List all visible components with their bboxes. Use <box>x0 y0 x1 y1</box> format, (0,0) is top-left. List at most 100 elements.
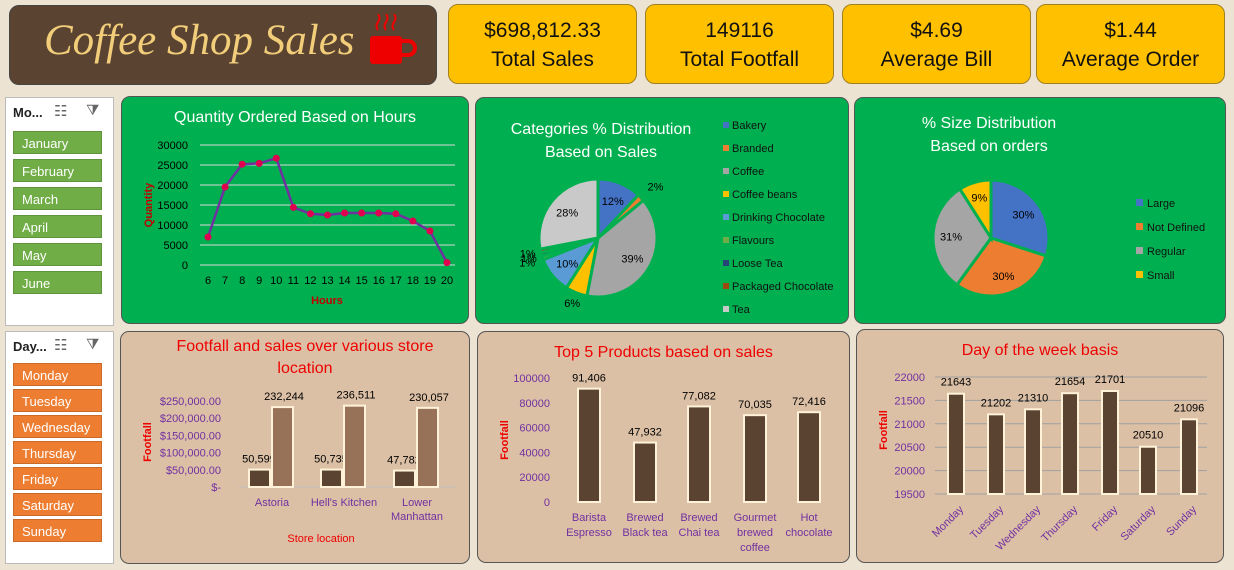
clear-filter-icon[interactable]: ⧩ <box>86 102 99 119</box>
y-tick-label: $250,000.00 <box>160 396 221 408</box>
slicer-item-sunday[interactable]: Sunday <box>13 519 102 542</box>
bar <box>633 441 657 504</box>
x-tick-label: 17 <box>390 275 402 287</box>
x-tick-label: Lower <box>402 497 432 509</box>
bar <box>797 411 821 503</box>
slicer-item-march[interactable]: March <box>13 187 102 210</box>
y-tick-label: $150,000.00 <box>160 430 221 442</box>
data-label: 21701 <box>1095 374 1126 386</box>
x-tick-label: 6 <box>205 275 211 287</box>
legend-swatch <box>1136 271 1143 278</box>
y-tick-label: 5000 <box>164 240 188 252</box>
y-tick-label: 21500 <box>894 395 925 407</box>
x-tick-label: 19 <box>424 275 436 287</box>
bar <box>343 404 366 488</box>
data-point <box>255 159 263 167</box>
y-tick-label: 100000 <box>513 373 550 385</box>
y-tick-label: 22000 <box>894 372 925 384</box>
kpi-value: 149116 <box>705 19 774 42</box>
legend-swatch <box>723 145 729 151</box>
x-axis-label: Hours <box>311 295 343 307</box>
x-tick-label: 16 <box>373 275 385 287</box>
x-tick-label: 10 <box>270 275 282 287</box>
slice-label: 6% <box>564 298 580 310</box>
x-tick-label: 20 <box>441 275 453 287</box>
slicer-item-may[interactable]: May <box>13 243 102 266</box>
x-tick-label: Saturday <box>1119 503 1159 543</box>
y-axis-label: Footfall <box>142 422 154 462</box>
slicer-header: Mo... <box>13 105 43 120</box>
slicer-item-april[interactable]: April <box>13 215 102 238</box>
slicer-item-february[interactable]: February <box>13 159 102 182</box>
slicer-item-thursday[interactable]: Thursday <box>13 441 102 464</box>
slicer-item-monday[interactable]: Monday <box>13 363 102 386</box>
legend-swatch <box>723 260 729 266</box>
slicer-item-saturday[interactable]: Saturday <box>13 493 102 516</box>
data-point <box>409 217 417 225</box>
legend-swatch <box>723 237 729 243</box>
y-tick-label: 20000 <box>519 472 550 484</box>
bar <box>1180 418 1198 495</box>
bar <box>1061 392 1079 495</box>
y-tick-label: 0 <box>182 260 188 272</box>
multi-select-icon[interactable]: ☷ <box>54 102 67 120</box>
data-label: 70,035 <box>738 399 772 411</box>
legend-swatch <box>1136 199 1143 206</box>
kpi-total-sales: $698,812.33 Total Sales <box>448 4 637 84</box>
clear-filter-icon[interactable]: ⧩ <box>86 336 99 353</box>
x-tick-label: Tuesday <box>968 503 1006 541</box>
slice-label: 9% <box>971 193 987 205</box>
data-label: 50,735 <box>314 454 348 466</box>
data-point <box>289 203 297 211</box>
x-tick-label: Manhattan <box>391 511 443 523</box>
x-tick-label: Brewed <box>626 512 663 524</box>
bar <box>687 405 711 503</box>
data-label: 47,782 <box>387 455 421 467</box>
y-tick-label: 10000 <box>157 220 188 232</box>
hourly-quantity-line-chart: 30000 25000 20000 15000 10000 5000 0 6 7 8 9 10 11 12… <box>143 140 455 307</box>
y-tick-label: 25000 <box>157 160 188 172</box>
data-point <box>272 154 280 162</box>
slicer-item-wednesday[interactable]: Wednesday <box>13 415 102 438</box>
legend-label: Coffee <box>732 166 764 178</box>
data-point <box>392 210 400 218</box>
kpi-value: $1.44 <box>1104 19 1157 42</box>
slicer-item-january[interactable]: January <box>13 131 102 154</box>
legend-label: Regular <box>1147 246 1186 258</box>
legend-label: Loose Tea <box>732 258 783 270</box>
slicer-item-june[interactable]: June <box>13 271 102 294</box>
kpi-average-order: $1.44 Average Order <box>1036 4 1225 84</box>
data-label: 21643 <box>941 377 972 389</box>
y-tick-label: $100,000.00 <box>160 448 221 460</box>
x-tick-label: Chai tea <box>679 527 721 539</box>
y-tick-label: 19500 <box>894 489 925 501</box>
x-tick-label: Thursday <box>1039 503 1080 544</box>
bar <box>987 413 1005 495</box>
size-pie-chart: 30% 30% 31% 9% Large Not Defined Regular Small <box>931 178 1205 298</box>
dashboard-title-banner: Coffee Shop Sales <box>9 5 437 85</box>
x-tick-label: 13 <box>321 275 333 287</box>
slicer-item-tuesday[interactable]: Tuesday <box>13 389 102 412</box>
legend-label: Flavours <box>732 235 775 247</box>
y-tick-label: $- <box>211 482 221 494</box>
data-point <box>204 233 212 241</box>
bar <box>416 406 439 488</box>
legend-label: Drinking Chocolate <box>732 212 825 224</box>
multi-select-icon[interactable]: ☷ <box>54 336 67 354</box>
legend-label: Bakery <box>732 120 767 132</box>
day-of-week-bar-chart: 22000 21500 21000 20500 20000 19500 21643 Monda… <box>878 372 1207 553</box>
x-tick-label: 8 <box>239 275 245 287</box>
slice-label: 12% <box>602 196 624 208</box>
day-of-week-panel: Day of the week basis 22000 21500 21000 205… <box>856 329 1224 563</box>
legend-swatch <box>723 306 729 312</box>
y-tick-label: 60000 <box>519 423 550 435</box>
slicer-item-friday[interactable]: Friday <box>13 467 102 490</box>
kpi-value: $4.69 <box>910 19 963 42</box>
x-tick-label: 12 <box>304 275 316 287</box>
data-label: 21096 <box>1174 402 1205 414</box>
x-tick-label: coffee <box>740 542 770 554</box>
x-tick-label: Friday <box>1090 503 1120 533</box>
slice-label: 10% <box>556 258 578 270</box>
bar <box>1024 408 1042 495</box>
data-label: 47,932 <box>628 427 662 439</box>
